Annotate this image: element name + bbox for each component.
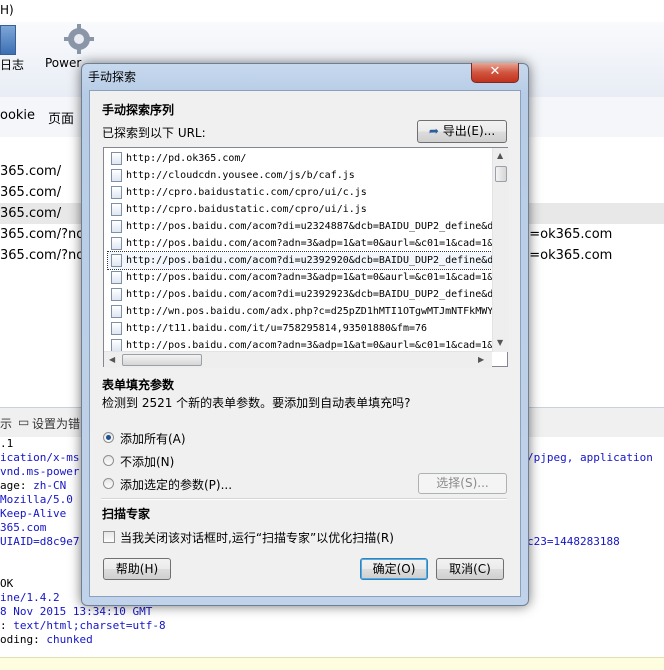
header-line: age: zh-CN bbox=[0, 479, 67, 492]
radio-add-all-label[interactable]: 添加所有(A) bbox=[120, 430, 186, 447]
section-scan-expert-title: 扫描专家 bbox=[102, 507, 151, 521]
page-icon bbox=[111, 237, 122, 250]
close-button[interactable]: ✕ bbox=[471, 63, 519, 83]
run-scan-expert-label[interactable]: 当我关闭该对话框时,运行“扫描专家”以优化扫描(R) bbox=[120, 529, 394, 546]
export-button[interactable]: ➦ 导出(E)... bbox=[417, 120, 507, 143]
vertical-scrollbar[interactable]: ▲ ▼ bbox=[492, 148, 509, 352]
export-icon: ➦ bbox=[428, 124, 439, 138]
page-icon bbox=[111, 220, 122, 233]
detail-toolbar-item[interactable]: 示 bbox=[0, 415, 12, 432]
header-line: Mozilla/5.0 bbox=[0, 493, 73, 506]
list-item[interactable]: http://pd.ok365.com/ bbox=[108, 150, 492, 167]
select-params-button[interactable]: 选择(S)... bbox=[418, 473, 507, 494]
set-as-error-button[interactable]: 设置为错 bbox=[32, 415, 80, 432]
header-line-right: /pjpeg, application bbox=[527, 451, 653, 464]
list-item[interactable]: http://pos.baidu.com/acom?di=u2392923&dc… bbox=[108, 286, 492, 303]
header-line: 8 Nov 2015 13:34:10 GMT bbox=[0, 605, 153, 618]
list-item[interactable]: http://wn.pos.baidu.com/adx.php?c=d25pZD… bbox=[108, 303, 492, 320]
scroll-up-icon[interactable]: ▲ bbox=[497, 151, 503, 160]
page-icon bbox=[111, 305, 122, 318]
gear-icon[interactable] bbox=[64, 24, 94, 54]
header-line: 365.com bbox=[0, 521, 47, 534]
section-form-fill-title: 表单填充参数 bbox=[102, 378, 175, 392]
list-item[interactable]: http://cpro.baidustatic.com/cpro/ui/i.js bbox=[108, 201, 492, 218]
horizontal-scroll-thumb[interactable] bbox=[122, 354, 202, 366]
header-line: : text/html;charset=utf-8 bbox=[0, 619, 166, 632]
tab-cookie[interactable]: ookie bbox=[0, 108, 35, 123]
divider bbox=[101, 498, 507, 500]
detected-params-text: 检测到 2521 个新的表单参数。要添加到自动表单填充吗? bbox=[102, 396, 411, 410]
page-icon bbox=[111, 288, 122, 301]
menu-help[interactable]: H) bbox=[0, 3, 14, 17]
horizontal-scrollbar[interactable]: ◀ ▶ bbox=[104, 351, 492, 368]
header-line: .1 bbox=[0, 437, 14, 450]
page-icon bbox=[111, 203, 122, 216]
menu-bar: H) bbox=[0, 0, 664, 23]
tab-page[interactable]: 页面 bbox=[48, 108, 74, 127]
scroll-right-icon[interactable]: ▶ bbox=[478, 355, 484, 364]
radio-no-add-label[interactable]: 不添加(N) bbox=[120, 453, 174, 470]
header-line: UIAID=d8c9e7 bbox=[0, 535, 80, 548]
list-item[interactable]: http://cloudcdn.yousee.com/js/b/caf.js bbox=[108, 167, 492, 184]
toolbar-label-power: Power bbox=[45, 56, 82, 70]
page-icon bbox=[111, 254, 122, 267]
list-item[interactable]: http://t11.baidu.com/it/u=758295814,9350… bbox=[108, 320, 492, 337]
list-item[interactable]: http://pos.baidu.com/acom?adn=3&adp=1&at… bbox=[108, 269, 492, 286]
radio-add-selected[interactable] bbox=[103, 478, 114, 489]
header-line: vnd.ms-power bbox=[0, 465, 80, 478]
radio-add-all[interactable] bbox=[103, 432, 114, 443]
page-icon bbox=[111, 271, 122, 284]
page-icon bbox=[111, 152, 122, 165]
help-button[interactable]: 帮助(H) bbox=[103, 558, 171, 580]
list-item[interactable]: http://cpro.baidustatic.com/cpro/ui/c.js bbox=[108, 184, 492, 201]
header-line: ication/x-ms bbox=[0, 451, 80, 464]
scroll-down-icon[interactable]: ▼ bbox=[497, 338, 503, 347]
dialog-title: 手动探索 bbox=[88, 70, 137, 84]
header-line: ine/1.4.2 bbox=[0, 591, 60, 604]
radio-no-add[interactable] bbox=[103, 455, 114, 466]
page-icon bbox=[111, 186, 122, 199]
header-line: OK bbox=[0, 577, 14, 590]
header-line: Keep-Alive bbox=[0, 507, 67, 520]
page-icon bbox=[111, 322, 122, 335]
run-scan-expert-checkbox[interactable] bbox=[103, 531, 115, 543]
toolbar-label-log: 日志 bbox=[0, 58, 25, 72]
list-item[interactable]: http://pos.baidu.com/acom?adn=3&adp=1&at… bbox=[108, 235, 492, 252]
close-icon: ✕ bbox=[489, 64, 501, 79]
scroll-left-icon[interactable]: ◀ bbox=[109, 355, 115, 364]
page-icon bbox=[111, 169, 122, 182]
status-bar bbox=[0, 657, 664, 670]
set-error-icon: ▭ bbox=[18, 415, 30, 429]
list-item[interactable]: http://pos.baidu.com/acom?di=u2392920&dc… bbox=[107, 251, 493, 270]
explored-url-label: 已探索到以下 URL: bbox=[102, 126, 206, 140]
header-line: oding: chunked bbox=[0, 633, 93, 646]
list-item[interactable]: http://pos.baidu.com/acom?di=u2324887&dc… bbox=[108, 218, 492, 235]
header-line-right: c23=1448283188 bbox=[527, 535, 620, 548]
vertical-scroll-thumb[interactable] bbox=[495, 166, 507, 182]
ok-button[interactable]: 确定(O) bbox=[360, 558, 428, 580]
export-button-label: 导出(E)... bbox=[442, 124, 496, 138]
log-icon[interactable] bbox=[0, 25, 16, 55]
url-list[interactable]: http://pd.ok365.com/ http://cloudcdn.you… bbox=[103, 147, 509, 368]
cancel-button[interactable]: 取消(C) bbox=[436, 558, 504, 580]
radio-add-selected-label[interactable]: 添加选定的参数(P)... bbox=[120, 476, 232, 493]
section-manual-sequence-title: 手动探索序列 bbox=[102, 103, 175, 117]
